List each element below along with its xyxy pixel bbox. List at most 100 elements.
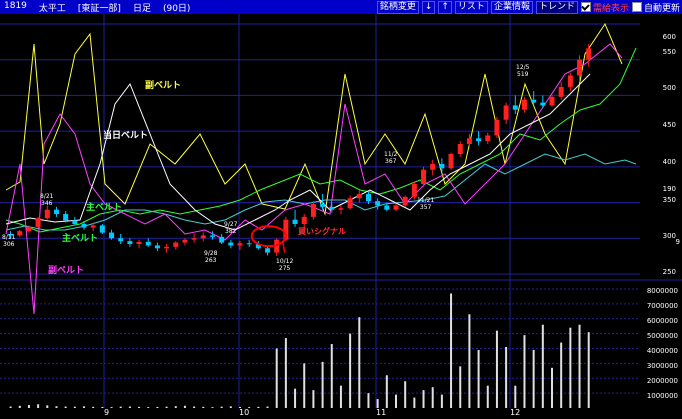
candle-body <box>127 241 133 244</box>
candle-body <box>384 205 390 210</box>
volume-bar <box>174 406 177 408</box>
candle-body <box>503 105 509 120</box>
main-belt-label-1: 主ベルト <box>86 203 123 213</box>
volume-bar <box>37 404 40 408</box>
candle-body <box>521 99 527 110</box>
volume-bar <box>183 405 186 408</box>
volume-bar <box>578 324 581 408</box>
month-label: 11 <box>376 408 387 417</box>
volume-bar <box>367 393 370 408</box>
candle-body <box>72 220 78 224</box>
candle-body <box>476 138 482 142</box>
candle-body <box>35 218 41 227</box>
volume-tick: 4000000 <box>646 347 678 355</box>
candle-body <box>246 243 252 245</box>
candle-body <box>512 105 518 110</box>
sub-belt-bottom-label: 副ベルト <box>48 266 85 276</box>
volume-bar <box>551 367 553 408</box>
volume-bar <box>358 317 361 408</box>
candle-body <box>209 235 215 237</box>
buy-signal-pointer <box>281 241 286 253</box>
volume-bar <box>541 324 544 408</box>
stock-code: 1819 <box>4 0 27 11</box>
supply-demand-checkbox[interactable]: 需給表示 <box>580 1 629 14</box>
volume-bar <box>587 332 590 408</box>
candle-body <box>182 239 188 243</box>
price-tick: 350 <box>662 196 676 204</box>
annotation-low: 10/12 275 <box>276 258 294 272</box>
next-stock-button[interactable]: ↓ <box>421 0 436 14</box>
candle-body <box>228 242 234 246</box>
candle-body <box>164 246 170 249</box>
candle-body <box>292 219 298 224</box>
volume-bar <box>477 349 480 408</box>
candle-body <box>577 59 583 76</box>
candle-body <box>237 243 243 246</box>
auto-update-checkbox[interactable]: 自動更新 <box>631 1 680 14</box>
price-tick: 550 <box>662 48 676 56</box>
volume-bar <box>27 405 30 408</box>
volume-bar <box>495 330 498 408</box>
volume-bar <box>92 406 95 408</box>
volume-bar <box>229 406 232 408</box>
volume-tick: 5000000 <box>646 332 678 340</box>
candle-body <box>329 206 335 210</box>
volume-bar <box>275 348 278 408</box>
volume-bar <box>376 399 379 408</box>
volume-bar <box>294 388 297 408</box>
volume-bar <box>266 406 269 408</box>
volume-bar <box>431 387 434 408</box>
period-label: 日足 <box>132 3 151 14</box>
volume-bar <box>523 335 526 408</box>
right-axis-extra: 9 <box>675 238 680 246</box>
list-button[interactable]: リスト <box>454 0 488 14</box>
candle-body <box>90 225 96 228</box>
volume-bar <box>55 406 58 408</box>
volume-bar <box>505 347 508 408</box>
change-stock-button[interactable]: 銘柄変更 <box>376 0 419 14</box>
candle-body <box>173 242 179 247</box>
candle-body <box>118 238 124 242</box>
candle-body <box>320 204 326 207</box>
checkbox-checked-icon <box>580 2 591 12</box>
volume-bar <box>404 381 407 408</box>
volume-bar <box>303 363 306 408</box>
volume-bar <box>422 390 425 408</box>
annotation-high: 11/2 367 <box>384 151 398 165</box>
candle-body <box>109 232 115 239</box>
volume-bar <box>73 406 76 408</box>
candle-body <box>466 138 472 144</box>
auto-update-label: 自動更新 <box>643 3 680 14</box>
today-belt-label: 当日ベルト <box>103 131 149 141</box>
candle-body <box>430 164 436 170</box>
volume-bar <box>339 385 342 408</box>
price-tick: 400 <box>662 158 676 166</box>
price-tick: 250 <box>662 268 676 276</box>
volume-tick: 3000000 <box>646 362 678 370</box>
volume-bar <box>321 361 324 408</box>
candle-body <box>338 208 344 210</box>
candle-body <box>558 86 564 97</box>
trend-button[interactable]: トレンド <box>535 0 578 14</box>
cyan-indicator-line <box>5 153 637 231</box>
volume-bar <box>83 406 85 408</box>
volume-bar <box>514 385 517 408</box>
candle-body <box>531 99 537 103</box>
company-info-button[interactable]: 企業情報 <box>490 0 533 14</box>
volume-bar <box>119 406 122 408</box>
buy-signal-circle <box>250 225 287 248</box>
volume-bar <box>46 405 49 408</box>
volume-bar <box>211 407 214 408</box>
candle-body <box>219 236 225 243</box>
prev-stock-button[interactable]: ↑ <box>438 0 452 14</box>
candle-body <box>17 231 23 236</box>
candle-body <box>485 135 491 142</box>
candle-body <box>457 144 463 154</box>
month-label: 12 <box>510 408 521 417</box>
volume-bar <box>312 390 315 408</box>
volume-bar <box>202 406 205 408</box>
annotation-high: 12/5 519 <box>516 64 530 78</box>
volume-bar <box>349 333 352 408</box>
volume-bar <box>450 293 453 408</box>
volume-bar <box>128 406 131 408</box>
